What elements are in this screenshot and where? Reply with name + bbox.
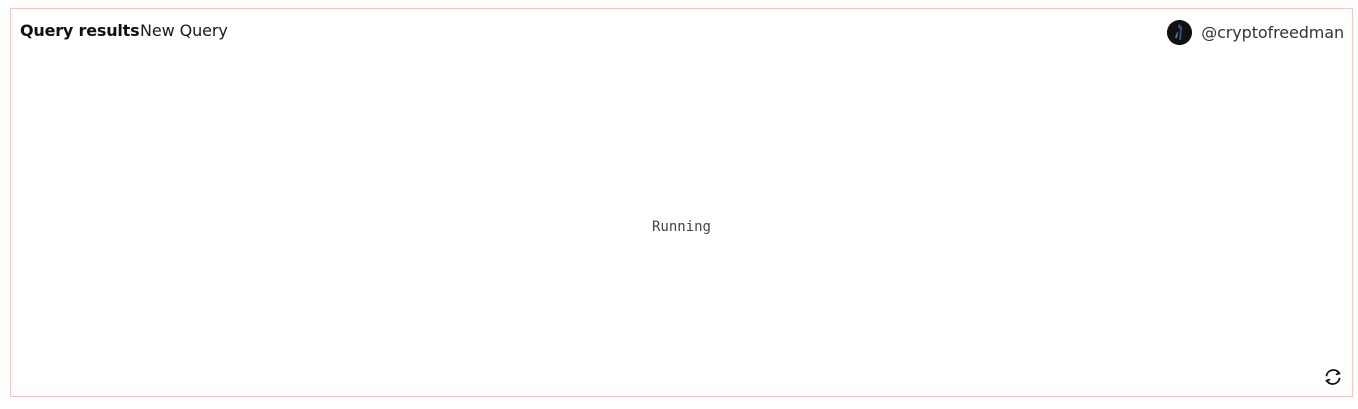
page-title: Query results (20, 21, 140, 40)
refresh-button[interactable] (1322, 366, 1344, 388)
query-results-panel: Query results New Query @cryptofreedman … (10, 8, 1353, 397)
panel-header: Query results New Query @cryptofreedman (11, 9, 1352, 55)
username[interactable]: @cryptofreedman (1201, 23, 1344, 42)
status-text: Running (651, 219, 711, 235)
refresh-icon (1325, 369, 1341, 385)
query-name[interactable]: New Query (140, 21, 228, 40)
avatar[interactable] (1167, 19, 1193, 45)
avatar-image-icon (1167, 19, 1193, 45)
user-profile[interactable]: @cryptofreedman (1167, 19, 1344, 45)
